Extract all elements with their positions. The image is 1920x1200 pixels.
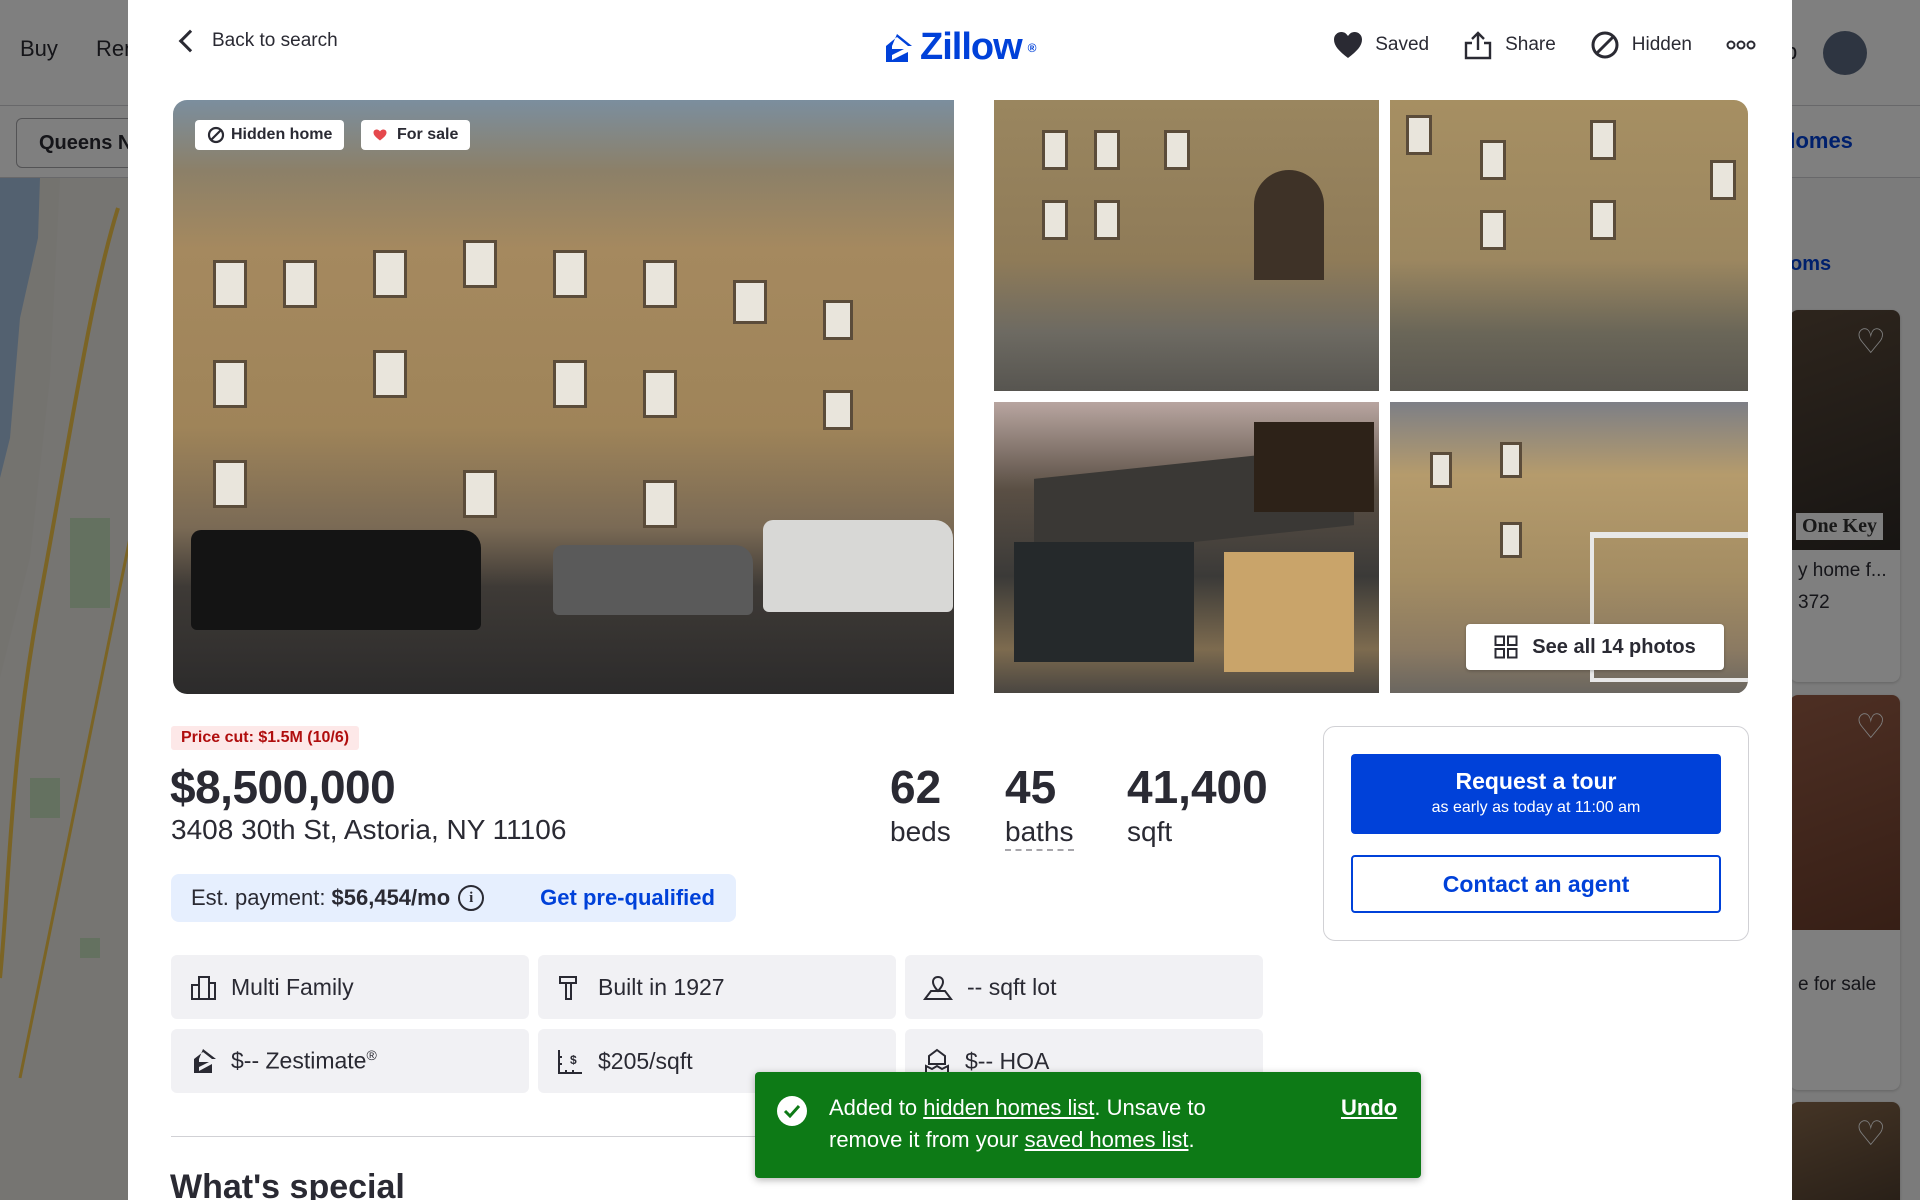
check-icon	[777, 1096, 807, 1126]
fact-label: Multi Family	[231, 973, 354, 1000]
payment-value: $56,454/mo	[331, 885, 451, 910]
gallery-photo[interactable]	[1390, 100, 1748, 391]
section-title: What's special	[170, 1168, 405, 1200]
hide-icon	[207, 126, 225, 144]
listing-actions: Saved Share Hidden	[1333, 30, 1756, 60]
hidden-confirmation-toast: Added to hidden homes list. Unsave to re…	[755, 1072, 1421, 1178]
baths-label[interactable]: baths	[1005, 816, 1074, 851]
saved-homes-link[interactable]: saved homes list	[1025, 1127, 1189, 1152]
home-details-modal: Back to search Zillow ® Saved Share Hidd…	[128, 0, 1792, 1200]
lot-icon	[923, 975, 953, 1000]
photo-gallery[interactable]: Hidden home For sale	[173, 100, 1748, 694]
fact-label: $205/sqft	[598, 1047, 693, 1074]
share-button[interactable]: Share	[1463, 30, 1556, 60]
toast-text: .	[1188, 1127, 1195, 1152]
gallery-photo[interactable]	[994, 402, 1379, 693]
more-options-button[interactable]	[1726, 39, 1756, 51]
hidden-label: Hidden	[1631, 34, 1692, 55]
hide-icon	[1591, 31, 1619, 59]
listing-address: 3408 30th St, Astoria, NY 11106	[171, 814, 567, 845]
hidden-home-chip: Hidden home	[195, 120, 345, 150]
saved-label: Saved	[1375, 34, 1430, 55]
toast-message: Added to hidden homes list. Unsave to re…	[829, 1092, 1249, 1156]
hidden-button[interactable]: Hidden	[1590, 30, 1692, 60]
listing-price: $8,500,000	[170, 761, 396, 813]
fact-label: $-- HOA	[965, 1047, 1050, 1074]
modal-top-bar: Back to search Zillow ® Saved Share Hidd…	[128, 0, 1792, 98]
share-label: Share	[1505, 34, 1556, 55]
zillow-logo[interactable]: Zillow ®	[880, 26, 1036, 69]
toast-text: Added to	[829, 1095, 924, 1120]
hidden-homes-link[interactable]: hidden homes list	[923, 1095, 1094, 1120]
payment-label: Est. payment:	[191, 885, 326, 910]
svg-text:$: $	[570, 1053, 577, 1067]
zillow-logo-icon	[886, 33, 912, 62]
for-sale-chip: For sale	[361, 120, 471, 150]
sqft-label: sqft	[1127, 816, 1173, 847]
sqft-stat: 41,400 sqft	[1127, 760, 1268, 848]
see-all-label: See all 14 photos	[1532, 635, 1696, 658]
fact-lot-size: -- sqft lot	[905, 955, 1263, 1019]
hammer-icon	[559, 976, 577, 1000]
fact-label: Built in 1927	[598, 973, 725, 1000]
get-pre-qualified-link[interactable]: Get pre-qualified	[540, 885, 715, 911]
registered-mark: ®	[366, 1047, 377, 1064]
fact-zestimate: $-- Zestimate®	[171, 1029, 529, 1093]
grid-icon	[1494, 635, 1518, 659]
building-icon	[191, 976, 216, 1000]
hoa-icon	[925, 1048, 949, 1073]
fact-label: $-- Zestimate	[231, 1047, 367, 1074]
request-tour-button[interactable]: Request a tour as early as today at 11:0…	[1351, 754, 1721, 834]
gallery-photo[interactable]	[994, 100, 1379, 391]
heart-filled-icon	[1334, 32, 1363, 58]
back-label: Back to search	[212, 30, 338, 51]
saved-button[interactable]: Saved	[1333, 31, 1429, 59]
hidden-home-label: Hidden home	[231, 126, 333, 143]
baths-stat[interactable]: 45 baths	[1005, 760, 1074, 851]
price-sqft-icon: $	[558, 1050, 582, 1074]
for-sale-label: For sale	[397, 126, 459, 143]
sqft-count: 41,400	[1127, 761, 1268, 813]
tour-subtitle: as early as today at 11:00 am	[1431, 799, 1641, 816]
chevron-left-icon	[178, 29, 202, 53]
tour-title: Request a tour	[1455, 768, 1617, 794]
payment-estimate: Est. payment: $56,454/mo i Get pre-quali…	[171, 874, 736, 922]
see-all-photos-button[interactable]: See all 14 photos	[1466, 624, 1724, 670]
beds-count: 62	[890, 761, 942, 813]
heart-icon	[373, 129, 387, 141]
main-photo[interactable]	[173, 100, 954, 694]
logo-text: Zillow	[920, 26, 1023, 68]
share-icon	[1464, 31, 1492, 60]
price-cut-badge: Price cut: $1.5M (10/6)	[171, 726, 360, 750]
fact-home-type: Multi Family	[171, 955, 529, 1019]
beds-stat: 62 beds	[890, 760, 951, 848]
fact-year-built: Built in 1927	[538, 955, 896, 1019]
undo-button[interactable]: Undo	[1341, 1092, 1397, 1124]
logo-mark: ®	[1027, 40, 1037, 55]
baths-count: 45	[1005, 761, 1057, 813]
beds-label: beds	[890, 816, 951, 847]
contact-panel: Request a tour as early as today at 11:0…	[1323, 726, 1749, 941]
more-dots-icon	[1726, 40, 1756, 50]
contact-agent-button[interactable]: Contact an agent	[1351, 855, 1721, 913]
back-to-search-button[interactable]: Back to search	[176, 29, 338, 53]
zestimate-icon	[194, 1049, 216, 1073]
info-icon[interactable]: i	[458, 885, 485, 911]
fact-label: -- sqft lot	[967, 973, 1057, 1000]
